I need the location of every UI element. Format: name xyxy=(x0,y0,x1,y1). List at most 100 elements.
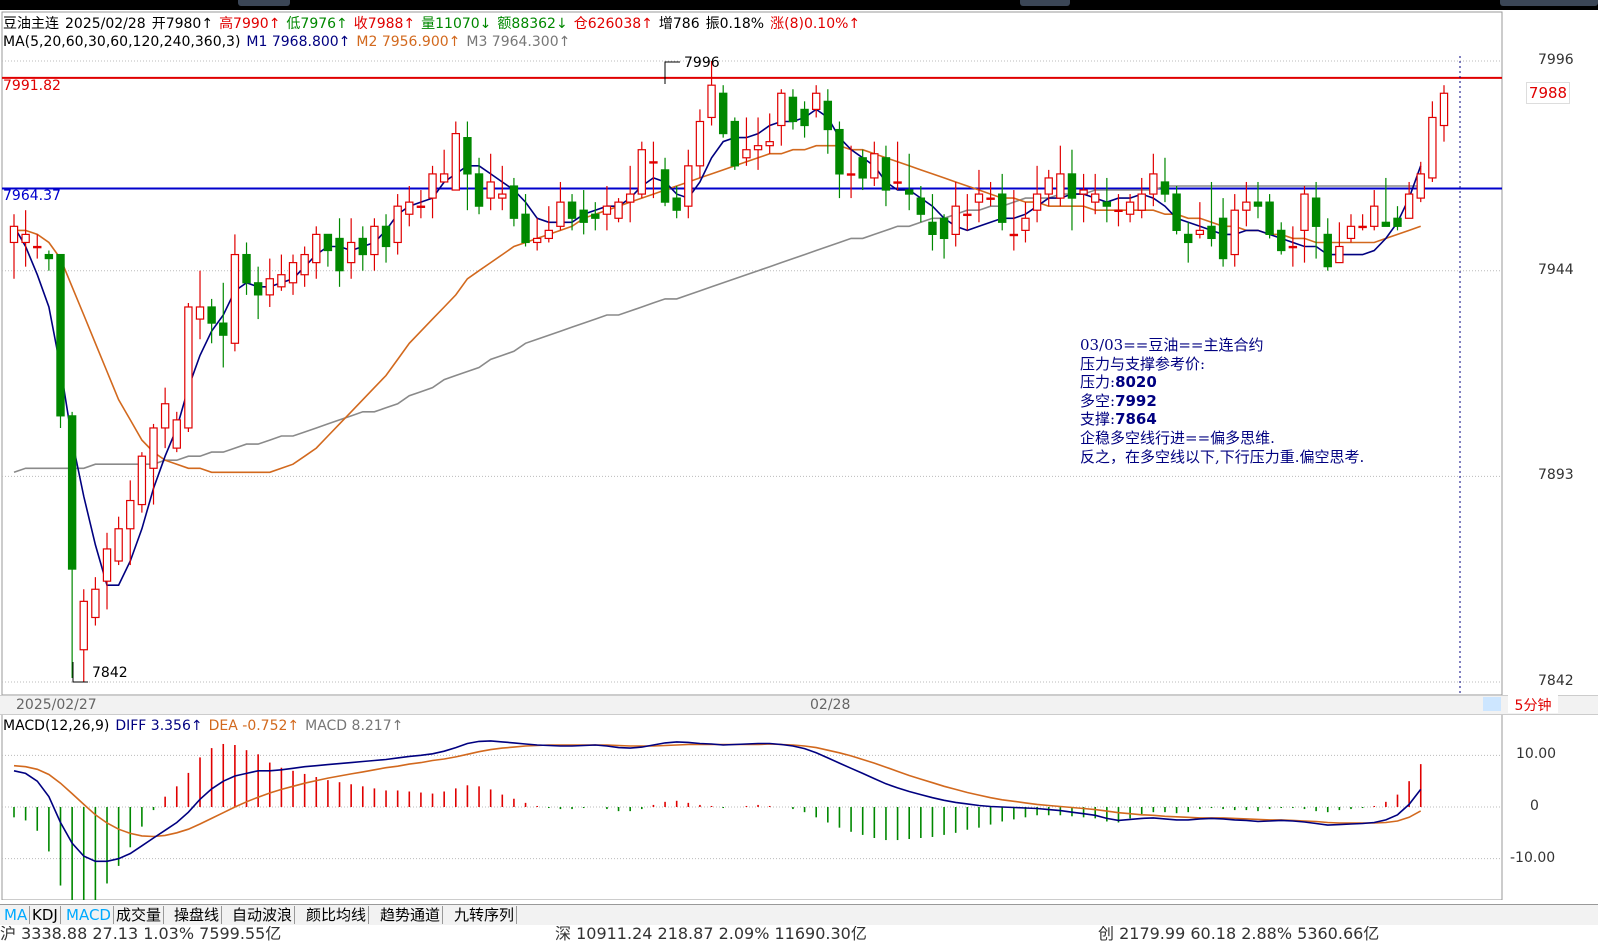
macd-tick-label: -10.00 xyxy=(1510,849,1556,866)
candle-body xyxy=(811,92,821,110)
high-label: 7996 xyxy=(684,55,720,71)
macd-diff: DIFF 3.356↑ xyxy=(115,718,203,734)
note-support: 支撑:7864 xyxy=(1080,410,1157,429)
candle-body xyxy=(672,197,681,211)
index-sh: 沪 3338.88 27.13 1.03% 7599.55亿 xyxy=(0,926,282,943)
candle-body xyxy=(1393,217,1402,227)
candle-body xyxy=(416,205,426,208)
top-tab[interactable] xyxy=(1020,0,1070,6)
candle-body xyxy=(1009,233,1019,237)
candle-body xyxy=(788,96,798,123)
ma-m3: M3 7964.300↑ xyxy=(466,34,571,50)
candle-body xyxy=(823,100,833,131)
candle-body xyxy=(428,173,437,199)
candle-body xyxy=(1230,209,1239,256)
candle-body xyxy=(1079,189,1088,195)
note-pivot: 多空:7992 xyxy=(1080,391,1157,410)
macd-params: MACD(12,26,9) xyxy=(3,718,110,734)
indicator-tab[interactable]: 自动波浪 xyxy=(230,906,296,924)
candle-body xyxy=(451,132,460,191)
candle-body xyxy=(370,225,379,256)
candle-body xyxy=(846,173,856,176)
index-cy: 创 2179.99 60.18 2.88% 5360.66亿 xyxy=(1098,926,1380,943)
candle-body xyxy=(1346,225,1356,240)
candle-body xyxy=(172,419,181,449)
candle-body xyxy=(463,137,472,175)
ma-header: MA(5,20,60,30,60,120,240,360,3) M1 7968.8… xyxy=(3,34,576,50)
candle-body xyxy=(800,108,809,127)
indicator-tabs: MA KDJ MACD 成交量 操盘线 自动波浪 颜比均线 趋势通道 九转序列 xyxy=(0,904,1598,925)
change-value: 涨(8)0.10%↑ xyxy=(770,16,861,32)
price-tick-label: 7996 xyxy=(1538,52,1574,68)
candle-body xyxy=(1056,173,1065,199)
candle-body xyxy=(1265,201,1274,235)
date-label: 02/28 xyxy=(810,697,851,713)
indicator-tab[interactable]: KDJ xyxy=(30,906,61,924)
period-label[interactable]: 5分钟 xyxy=(1508,695,1558,714)
price-tick-label: 7893 xyxy=(1538,467,1574,484)
candle-body xyxy=(1335,245,1344,264)
top-tab[interactable] xyxy=(1500,0,1598,6)
candle-body xyxy=(323,233,333,252)
indicator-tab[interactable]: MACD xyxy=(64,906,114,924)
candle-body xyxy=(835,128,844,175)
candle-body xyxy=(335,237,344,272)
candle-body xyxy=(1067,173,1077,199)
candle-body xyxy=(567,201,577,219)
candle-body xyxy=(265,278,274,296)
indicator-tab[interactable]: 趋势通道 xyxy=(378,906,444,924)
candle-body xyxy=(730,120,740,167)
candle-body xyxy=(649,161,658,164)
resistance-price-label: 7991.82 xyxy=(3,78,61,94)
candle-body xyxy=(242,253,251,284)
candle-body xyxy=(1323,233,1332,268)
open-interest-value: 仓626038↑ xyxy=(573,16,653,32)
candle-body xyxy=(1032,193,1042,211)
candle-body xyxy=(556,201,565,227)
candle-body xyxy=(974,193,984,203)
price-tick-label: 7944 xyxy=(1538,261,1574,278)
candle-body xyxy=(1300,193,1309,231)
candle-body xyxy=(114,528,123,562)
quote-header: 豆油主连 2025/02/28 开7980↑ 高7990↑ 低7976↑ 收7988↑ 量1… xyxy=(3,13,866,33)
candle-body xyxy=(1277,229,1286,252)
candle-body xyxy=(9,225,19,244)
indicator-tab[interactable]: 九转序列 xyxy=(452,906,518,924)
candle-body xyxy=(1288,245,1298,249)
candle-body xyxy=(56,253,65,417)
candle-body xyxy=(1242,201,1251,211)
candle-body xyxy=(1114,209,1123,213)
macd-dea: DEA -0.752↑ xyxy=(208,718,300,734)
indicator-tab[interactable]: 成交量 xyxy=(114,906,165,924)
period-toggle[interactable] xyxy=(1483,697,1501,711)
candle-body xyxy=(1218,217,1228,260)
candle-body xyxy=(486,181,495,199)
candle-body xyxy=(405,201,414,215)
candle-body xyxy=(346,241,356,264)
index-sz: 深 10911.24 218.87 2.09% 11690.30亿 xyxy=(555,926,867,943)
indicator-tab[interactable]: MA xyxy=(2,906,31,924)
candle-body xyxy=(521,213,530,244)
candle-body xyxy=(1149,173,1158,195)
candle-body xyxy=(312,233,321,264)
candle-body xyxy=(602,205,612,215)
quote-date: 2025/02/28 xyxy=(65,16,146,32)
candle-body xyxy=(637,149,647,195)
candle-body xyxy=(544,229,554,240)
candle-body xyxy=(765,141,774,147)
macd-header: MACD(12,26,9) DIFF 3.356↑ DEA -0.752↑ MACD … xyxy=(3,718,409,734)
note-bullish: 企稳多空线行进==偏多思维. xyxy=(1080,428,1275,447)
indicator-tab[interactable]: 操盘线 xyxy=(172,906,223,924)
candle-body xyxy=(1195,229,1205,235)
candle-body xyxy=(939,217,949,240)
indicator-tab[interactable]: 颜比均线 xyxy=(304,906,370,924)
low-label: 7842 xyxy=(92,665,128,681)
top-tab[interactable] xyxy=(238,0,290,6)
candle-body xyxy=(21,233,30,244)
candle-body xyxy=(474,173,484,207)
note-title: 03/03==豆油==主连合约 xyxy=(1080,336,1264,354)
candle-body xyxy=(916,197,926,215)
candle-body xyxy=(149,427,158,469)
ma-m2: M2 7956.900↑ xyxy=(356,34,461,50)
candle-body xyxy=(126,499,135,530)
